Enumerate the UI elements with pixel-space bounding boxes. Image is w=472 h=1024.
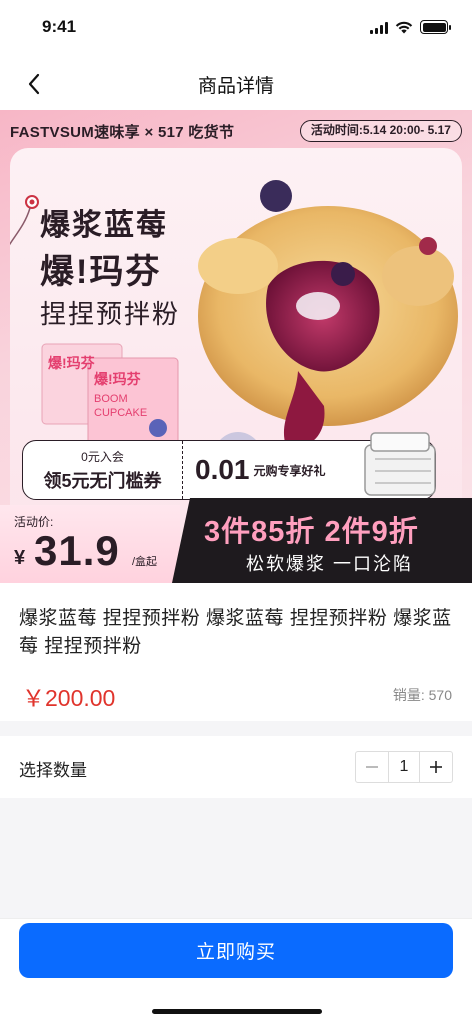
coupon-join-text: 0元入会 bbox=[81, 449, 124, 464]
sales-count: 销量: 570 bbox=[393, 685, 452, 705]
banner-header: FASTVSUM速味享 × 517 吃货节 活动时间:5.14 20:00- 5… bbox=[0, 110, 472, 150]
sales-value: 570 bbox=[428, 687, 452, 703]
plus-icon bbox=[430, 761, 442, 773]
battery-icon bbox=[420, 20, 451, 34]
coupon-strip: 0元入会 领5元无门槛券 0.01 元购专享好礼 bbox=[22, 432, 436, 500]
wifi-icon bbox=[395, 21, 413, 33]
deal-text: 3件85折 2件9折 bbox=[204, 516, 419, 548]
promo-price-panel: 活动价: ¥ 31.9 /盒起 bbox=[0, 505, 180, 583]
quantity-label: 选择数量 bbox=[19, 761, 87, 780]
page-title: 商品详情 bbox=[197, 76, 274, 97]
banner-headline-3: 捏捏预拌粉 bbox=[40, 299, 181, 329]
nav-bar: 商品详情 bbox=[0, 56, 472, 110]
gift-price: 0.01 bbox=[195, 454, 250, 485]
minus-icon bbox=[366, 766, 378, 768]
brand-text: FASTVSUM速味享 × 517 吃货节 bbox=[10, 124, 235, 141]
status-icons bbox=[370, 20, 451, 34]
status-time: 9:41 bbox=[42, 17, 77, 36]
svg-text:BOOM: BOOM bbox=[94, 393, 128, 405]
banner-headline-1: 爆浆蓝莓 bbox=[40, 209, 168, 242]
deal-subtext: 松软爆浆 一口沦陷 bbox=[246, 554, 414, 574]
svg-text:CUPCAKE: CUPCAKE bbox=[94, 407, 147, 419]
sales-label: 销量: bbox=[392, 687, 425, 703]
decrease-button[interactable] bbox=[356, 752, 388, 782]
promo-unit: /盒起 bbox=[132, 556, 158, 568]
promo-currency: ¥ bbox=[14, 547, 26, 569]
quantity-section: 选择数量 1 bbox=[0, 736, 472, 798]
membership-coupon: 0元入会 领5元无门槛券 bbox=[23, 441, 183, 499]
cellular-signal-icon bbox=[370, 21, 388, 34]
home-indicator bbox=[152, 1009, 322, 1014]
buy-now-button[interactable]: 立即购买 bbox=[19, 923, 453, 978]
gift-box-illustration bbox=[364, 432, 436, 496]
svg-text:爆!玛芬: 爆!玛芬 bbox=[94, 371, 142, 387]
coupon-value-text: 领5元无门槛券 bbox=[43, 470, 162, 491]
event-time-badge: 活动时间:5.14 20:00- 5.17 bbox=[299, 120, 462, 142]
increase-button[interactable] bbox=[420, 752, 452, 782]
deal-panel: 3件85折 2件9折 松软爆浆 一口沦陷 bbox=[172, 498, 472, 583]
gift-offer: 0.01 元购专享好礼 bbox=[183, 432, 436, 499]
product-title: 爆浆蓝莓 捏捏预拌粉 爆浆蓝莓 捏捏预拌粉 爆浆蓝莓 捏捏预拌粉 bbox=[19, 608, 452, 657]
svg-text:爆!玛芬: 爆!玛芬 bbox=[48, 355, 96, 371]
gift-desc: 元购专享好礼 bbox=[253, 463, 326, 478]
quantity-stepper: 1 bbox=[355, 751, 453, 783]
bottom-action-bar: 立即购买 bbox=[0, 918, 472, 1024]
promo-price: 31.9 bbox=[34, 527, 120, 574]
quantity-value[interactable]: 1 bbox=[388, 752, 420, 782]
status-bar: 9:41 bbox=[0, 0, 472, 56]
product-info: 爆浆蓝莓 捏捏预拌粉 爆浆蓝莓 捏捏预拌粉 爆浆蓝莓 捏捏预拌粉 ￥200.00… bbox=[0, 583, 472, 721]
product-banner-image: FASTVSUM速味享 × 517 吃货节 活动时间:5.14 20:00- 5… bbox=[0, 110, 472, 583]
banner-headline-2: 爆!玛芬 bbox=[40, 253, 162, 291]
product-price: ￥200.00 bbox=[22, 685, 116, 711]
product-box-illustration: 爆!玛芬 爆!玛芬 BOOM CUPCAKE bbox=[41, 343, 179, 445]
